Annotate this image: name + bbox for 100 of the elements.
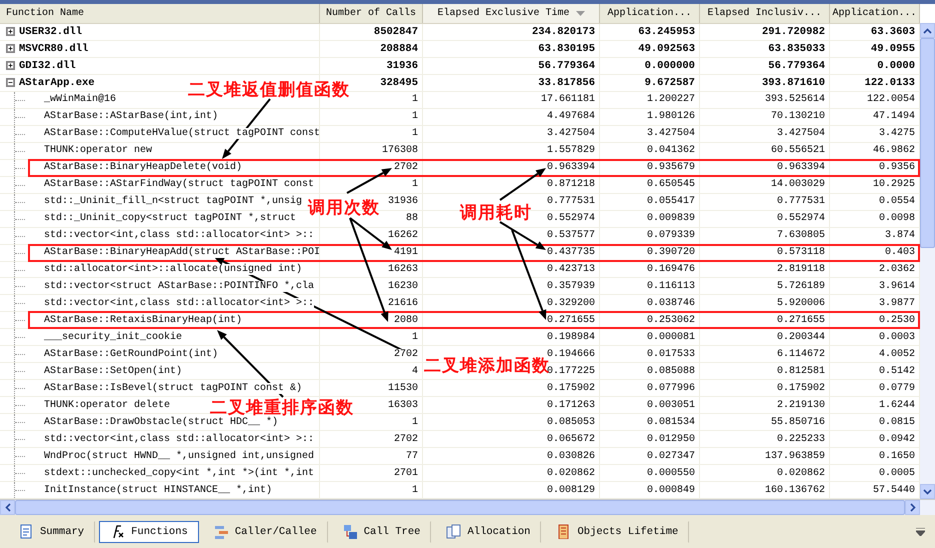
- column-header[interactable]: Elapsed Exclusive Time: [423, 4, 600, 23]
- view-tab[interactable]: Functions: [99, 520, 199, 542]
- function-name[interactable]: std::_Uninit_fill_n<struct tagPOINT *,unsig: [44, 196, 302, 208]
- list-icon: [214, 524, 229, 539]
- table-cell: 3.427504: [600, 126, 700, 142]
- table-cell: 0.038746: [600, 295, 700, 312]
- function-name[interactable]: std::allocator<int>::allocate(unsigned int): [44, 264, 302, 275]
- table-cell: 0.0003: [830, 329, 920, 346]
- function-name[interactable]: std::vector<struct AStarBase::POINTINFO *,cla: [44, 280, 314, 292]
- function-name[interactable]: std::vector<int,class std::allocator<int> >::: [44, 298, 314, 309]
- table-cell: 16230: [320, 278, 423, 294]
- table-cell: 4.497684: [423, 108, 600, 125]
- function-name[interactable]: std::_Uninit_copy<struct tagPOINT *,struct: [44, 213, 296, 224]
- module-name[interactable]: AStarApp.exe: [19, 76, 95, 89]
- table-cell: 0.0815: [830, 414, 920, 430]
- table-cell: 0.175902: [423, 380, 600, 396]
- view-tab[interactable]: Caller/Callee: [202, 520, 328, 542]
- vertical-scrollbar[interactable]: [920, 23, 935, 499]
- function-name[interactable]: AStarBase::BinaryHeapDelete(void): [44, 162, 242, 174]
- table-cell: 0.357939: [423, 278, 600, 294]
- table-cell: 3.9877: [830, 295, 920, 312]
- table-cell: 0.030826: [423, 448, 600, 464]
- table-cell: 0.000550: [600, 465, 700, 482]
- pages-icon: [446, 524, 462, 539]
- column-header[interactable]: Application...: [600, 4, 700, 23]
- function-name[interactable]: AStarBase::SetOpen(int): [44, 366, 182, 377]
- module-name[interactable]: GDI32.dll: [19, 60, 76, 72]
- table-cell: 0.777531: [700, 194, 830, 210]
- table-cell: 0.009839: [600, 210, 700, 227]
- view-tab[interactable]: Call Tree: [332, 520, 432, 542]
- table-cell: 2.819118: [700, 262, 830, 278]
- table-cell: 0.077996: [600, 380, 700, 396]
- module-name[interactable]: USER32.dll: [19, 26, 82, 38]
- horizontal-scrollbar[interactable]: [0, 499, 935, 515]
- function-name[interactable]: std::vector<int,class std::allocator<int> >::: [44, 230, 314, 242]
- function-name[interactable]: _wWinMain@16: [44, 94, 116, 106]
- table-cell: 47.1494: [830, 108, 920, 125]
- table-cell: 0.081534: [600, 414, 700, 430]
- table-cell: 3.9614: [830, 278, 920, 294]
- function-name[interactable]: stdext::unchecked_copy<int *,int *>(int *,int: [44, 468, 314, 479]
- table-cell: 0.079339: [600, 228, 700, 244]
- table-cell: 0.017533: [600, 346, 700, 362]
- expand-icon[interactable]: [6, 61, 15, 70]
- function-name[interactable]: THUNK:operator delete: [44, 400, 170, 411]
- table-cell: 3.874: [830, 228, 920, 244]
- table-cell: 63.245953: [600, 24, 700, 40]
- column-header[interactable]: Application...: [830, 4, 920, 23]
- table-cell: 160.136762: [700, 482, 830, 498]
- table-cell: 0.041362: [600, 142, 700, 159]
- function-name[interactable]: WndProc(struct HWND__ *,unsigned int,unsigned: [44, 450, 314, 462]
- function-name[interactable]: AStarBase::ComputeHValue(struct tagPOINT const: [44, 128, 319, 140]
- table-cell: 4.0052: [830, 346, 920, 362]
- column-header[interactable]: Elapsed Inclusiv...: [700, 4, 830, 23]
- table-cell: 63.3603: [830, 24, 920, 40]
- table-cell: 63.835033: [700, 40, 830, 57]
- table-cell: 33.817856: [423, 74, 600, 91]
- table-cell: 0.1650: [830, 448, 920, 464]
- view-tab[interactable]: Objects Lifetime: [545, 520, 690, 542]
- column-header[interactable]: Function Name: [0, 4, 320, 23]
- collapse-icon[interactable]: [6, 78, 15, 88]
- table-cell: 0.169476: [600, 262, 700, 278]
- function-name[interactable]: AStarBase::IsBevel(struct tagPOINT const &): [44, 382, 302, 394]
- table-cell: 1: [320, 329, 423, 346]
- table-cell: 0.198984: [423, 329, 600, 346]
- view-tab[interactable]: Allocation: [435, 520, 542, 542]
- table-cell: 9.672587: [600, 74, 700, 91]
- function-name[interactable]: AStarBase::AStarFindWay(struct tagPOINT const: [44, 179, 314, 190]
- function-name[interactable]: std::vector<int,class std::allocator<int> >::: [44, 434, 314, 445]
- table-cell: 46.9862: [830, 142, 920, 159]
- function-name[interactable]: InitInstance(struct HINSTANCE__ *,int): [44, 484, 272, 496]
- sort-arrow-icon: [576, 10, 585, 16]
- module-name[interactable]: MSVCR80.dll: [19, 42, 88, 55]
- function-name[interactable]: AStarBase::BinaryHeapAdd(struct AStarBase::POI: [44, 247, 319, 258]
- table-cell: 0.027347: [600, 448, 700, 464]
- view-tab[interactable]: Summary: [8, 520, 96, 542]
- table-cell: 0.271655: [700, 312, 830, 328]
- table-cell: 0.537577: [423, 228, 600, 244]
- overflow-icon[interactable]: [916, 528, 925, 536]
- table-cell: 7.630805: [700, 228, 830, 244]
- table-cell: 5.726189: [700, 278, 830, 294]
- function-name[interactable]: AStarBase::AStarBase(int,int): [44, 111, 218, 122]
- function-name[interactable]: AStarBase::RetaxisBinaryHeap(int): [44, 314, 242, 326]
- table-cell: 31936: [320, 58, 423, 74]
- table-cell: 1.980126: [600, 108, 700, 125]
- table-cell: 0.171263: [423, 397, 600, 414]
- table-cell: 0.020862: [423, 465, 600, 482]
- table-cell: 77: [320, 448, 423, 464]
- table-cell: 0.0005: [830, 465, 920, 482]
- function-name[interactable]: ___security_init_cookie: [44, 332, 182, 343]
- arrow: [499, 168, 546, 201]
- table-cell: 137.963859: [700, 448, 830, 464]
- expand-icon[interactable]: [6, 27, 15, 36]
- expand-icon[interactable]: [6, 44, 15, 54]
- table-cell: 0.963394: [700, 160, 830, 176]
- function-name[interactable]: AStarBase::GetRoundPoint(int): [44, 348, 218, 360]
- table-cell: 56.779364: [700, 58, 830, 74]
- tree-icon: [342, 524, 358, 539]
- function-name[interactable]: AStarBase::DrawObstacle(struct HDC__ *): [44, 416, 278, 428]
- function-name[interactable]: THUNK:operator new: [44, 145, 152, 156]
- table-cell: 176308: [320, 142, 423, 159]
